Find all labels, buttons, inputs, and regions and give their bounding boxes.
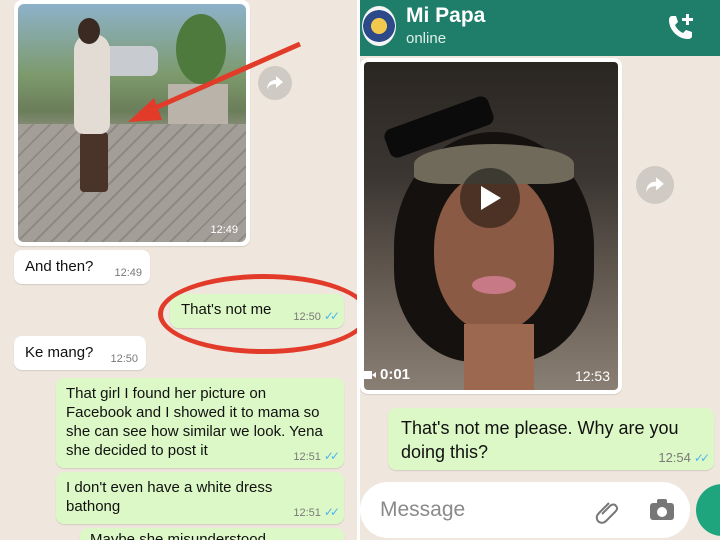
read-ticks-icon: ✓✓ (693, 451, 710, 465)
video-duration: 0:01 (364, 366, 410, 383)
message-time-value: 12:51 (293, 507, 321, 519)
message-time: 12:51 ✓✓ (293, 505, 340, 519)
message-time-value: 12:51 (293, 451, 321, 463)
forward-icon (646, 177, 664, 193)
video-duration-value: 0:01 (380, 366, 411, 383)
person-body (74, 34, 110, 134)
read-ticks-icon: ✓✓ (323, 505, 340, 519)
add-call-icon[interactable] (666, 12, 696, 42)
red-circle-annotation (158, 274, 358, 354)
play-button[interactable] (460, 168, 520, 228)
video-camera-icon (364, 370, 376, 379)
outgoing-message[interactable]: That's not me please. Why are you doing … (388, 408, 714, 470)
video-message[interactable]: 0:01 12:53 (360, 58, 622, 394)
message-text: That's not me please. Why are you doing … (401, 418, 679, 462)
neck (464, 324, 534, 390)
outgoing-message[interactable]: That girl I found her picture on Faceboo… (56, 378, 344, 468)
forward-button[interactable] (636, 166, 674, 204)
incoming-message[interactable]: Ke mang? 12:50 (14, 336, 146, 370)
video-time: 12:53 (574, 368, 610, 384)
message-text: And then? (25, 258, 94, 275)
forward-button[interactable] (258, 66, 292, 100)
message-time: 12:54 ✓✓ (658, 450, 710, 465)
avatar[interactable] (362, 6, 396, 46)
message-time: 12:50 (110, 353, 138, 365)
lips (472, 276, 516, 294)
mic-button[interactable] (696, 484, 720, 536)
right-chat-screenshot: Mi Papa online 0:01 12:53 That's not me … (360, 0, 720, 540)
attach-icon[interactable] (594, 498, 620, 524)
read-ticks-icon: ✓✓ (323, 449, 340, 463)
person-head (78, 18, 100, 44)
chat-header: Mi Papa online (360, 0, 720, 56)
left-chat-screenshot: 12:49 And then? 12:49 That's not me 12:5… (0, 0, 358, 540)
play-icon (481, 186, 501, 210)
contact-name[interactable]: Mi Papa (406, 4, 485, 28)
message-text: That girl I found her picture on Faceboo… (66, 385, 323, 459)
outgoing-message[interactable]: Maybe she misunderstood (80, 528, 344, 540)
message-time: 12:51 ✓✓ (293, 449, 340, 463)
outgoing-message[interactable]: I don't even have a white dress bathong … (56, 472, 344, 524)
contact-status: online (406, 30, 447, 47)
message-text: Ke mang? (25, 344, 94, 361)
camera-icon[interactable] (648, 497, 676, 523)
forward-icon (267, 76, 283, 90)
message-time-value: 12:54 (658, 450, 691, 465)
message-text: I don't even have a white dress bathong (66, 479, 273, 515)
video-thumbnail: 0:01 12:53 (364, 62, 618, 390)
photo-time: 12:49 (210, 224, 238, 236)
message-text: Maybe she misunderstood (90, 531, 266, 540)
message-time: 12:49 (114, 267, 142, 279)
incoming-message[interactable]: And then? 12:49 (14, 250, 150, 284)
message-input[interactable]: Message (380, 498, 465, 522)
person-legs (80, 132, 108, 192)
message-input-bar[interactable]: Message (360, 482, 690, 538)
